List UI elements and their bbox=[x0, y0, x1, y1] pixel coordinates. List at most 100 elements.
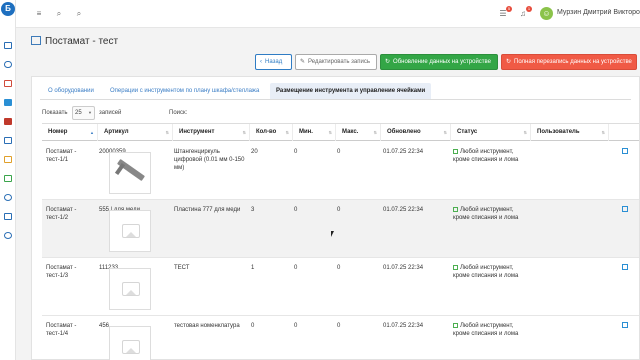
sort-icon: ⇅ bbox=[328, 130, 332, 135]
status-icon bbox=[453, 265, 458, 270]
back-button[interactable]: ‹ Назад bbox=[255, 54, 292, 70]
column-label: Кол-во bbox=[256, 129, 277, 135]
edit-icon[interactable] bbox=[622, 148, 628, 154]
edit-icon[interactable] bbox=[622, 322, 628, 328]
sort-icon: ⇅ bbox=[523, 130, 527, 135]
column-label: Инструмент bbox=[179, 129, 215, 135]
cell-status: Любой инструмент, кроме списания и лома bbox=[453, 264, 527, 280]
column-header-min[interactable]: Мин. ⇅ bbox=[292, 124, 335, 141]
column-label: Мин. bbox=[299, 129, 313, 135]
column-header-user[interactable]: Пользователь ⇅ bbox=[530, 124, 608, 141]
full-rewrite-button[interactable]: ↻ Полная перезапись данных на устройстве bbox=[501, 54, 637, 70]
image-placeholder-icon bbox=[122, 340, 140, 354]
cell-max: 0 bbox=[337, 149, 341, 155]
page-size-select[interactable]: 25 ▼ bbox=[72, 106, 95, 120]
history-icon[interactable] bbox=[4, 194, 12, 201]
column-header-max[interactable]: Макс. ⇅ bbox=[335, 124, 380, 141]
cell-qty: 3 bbox=[251, 207, 255, 213]
column-header-updated[interactable]: Обновлено ⇅ bbox=[380, 124, 450, 141]
column-header-number[interactable]: Номер ▲ bbox=[42, 124, 97, 141]
bell-icon[interactable]: ♫ 1 bbox=[518, 6, 532, 19]
status-text: Любой инструмент, кроме списания и лома bbox=[453, 323, 519, 337]
edit-icon[interactable] bbox=[622, 206, 628, 212]
search-label: Поиск: bbox=[169, 110, 188, 116]
report-icon[interactable] bbox=[4, 175, 12, 182]
app-logo[interactable]: Б bbox=[1, 2, 15, 16]
cell-number: Постамат - тест-1/1 bbox=[46, 149, 77, 163]
image-placeholder-icon bbox=[122, 282, 140, 296]
sort-icon: ⇅ bbox=[285, 130, 289, 135]
menu-icon[interactable]: ≡ bbox=[34, 9, 44, 19]
cell-number: Постамат - тест-1/4 bbox=[46, 323, 77, 337]
column-header-status[interactable]: Статус ⇅ bbox=[450, 124, 530, 141]
tasks-icon[interactable]: ☰ 5 bbox=[498, 6, 512, 19]
edit-icon[interactable] bbox=[622, 264, 628, 270]
cell-min: 0 bbox=[294, 323, 298, 329]
table-row[interactable]: Постамат - тест-1/2 555 | для меди Пласт… bbox=[42, 200, 639, 258]
tool-image[interactable] bbox=[109, 268, 151, 310]
cell-qty: 0 bbox=[251, 323, 255, 329]
checklist-icon[interactable] bbox=[4, 213, 12, 220]
cell-min: 0 bbox=[294, 265, 298, 271]
chevron-left-icon: ‹ bbox=[260, 59, 262, 65]
folder-icon[interactable] bbox=[4, 156, 12, 163]
cell-updated: 01.07.25 22:34 bbox=[383, 149, 424, 155]
page-title: Постамат - тест bbox=[45, 36, 119, 47]
tab-equipment[interactable]: О оборудовании bbox=[42, 83, 100, 99]
avatar[interactable]: ☺ bbox=[540, 7, 553, 20]
column-header-article[interactable]: Артикул ⇅ bbox=[97, 124, 172, 141]
settings-icon[interactable] bbox=[4, 232, 12, 239]
cell-tool: ТЕСТ bbox=[174, 265, 190, 271]
cell-number: Постамат - тест-1/2 bbox=[46, 207, 77, 221]
exchange-icon[interactable] bbox=[4, 137, 12, 144]
table-header: Номер ▲ Артикул ⇅ Инструмент ⇅ Кол-во ⇅ Мин.… bbox=[42, 123, 639, 141]
column-header-qty[interactable]: Кол-во ⇅ bbox=[249, 124, 292, 141]
column-label: Макс. bbox=[342, 129, 359, 135]
inbox-icon[interactable] bbox=[4, 80, 12, 87]
table-row[interactable]: Постамат - тест-1/4 456 тестовая номенкл… bbox=[42, 316, 639, 360]
table-row[interactable]: Постамат - тест-1/1 20000359 Штангенцирк… bbox=[42, 142, 639, 200]
cell-article: 456 bbox=[99, 323, 110, 329]
zoom-icon[interactable]: ⌕ bbox=[54, 9, 64, 19]
table-row[interactable]: Постамат - тест-1/3 111233 ТЕСТ 1 0 0 01… bbox=[42, 258, 639, 316]
status-icon bbox=[453, 323, 458, 328]
reload-label: Полная перезапись данных на устройстве bbox=[514, 59, 632, 65]
cell-tool: тестовая номенклатура bbox=[174, 323, 240, 329]
cabinet-icon bbox=[31, 36, 41, 45]
tab-operations[interactable]: Операции с инструментом по плану шкафа/с… bbox=[104, 83, 265, 99]
mouse-cursor bbox=[331, 231, 334, 237]
gauge-icon[interactable] bbox=[4, 61, 12, 68]
tool-image[interactable] bbox=[109, 152, 151, 194]
chevron-down-icon: ▼ bbox=[88, 110, 92, 115]
box-icon[interactable] bbox=[4, 118, 12, 125]
cell-status: Любой инструмент, кроме списания и лома bbox=[453, 148, 527, 164]
left-sidebar: Б bbox=[0, 0, 16, 360]
user-name[interactable]: Мурзин Дмитрий Викторович bbox=[557, 9, 640, 16]
bell-badge: 1 bbox=[526, 6, 532, 12]
page-size-value: 25 bbox=[75, 110, 82, 116]
tool-image[interactable] bbox=[109, 210, 151, 252]
column-header-tool[interactable]: Инструмент ⇅ bbox=[172, 124, 249, 141]
sort-icon: ⇅ bbox=[242, 130, 246, 135]
column-label: Статус bbox=[457, 129, 478, 135]
status-text: Любой инструмент, кроме списания и лома bbox=[453, 265, 519, 279]
cabinet-icon[interactable] bbox=[4, 99, 12, 106]
edit-label: Редактировать запись bbox=[308, 59, 370, 65]
cell-tool: Пластина 777 для меди bbox=[174, 207, 241, 213]
sort-asc-icon: ▲ bbox=[90, 130, 94, 135]
status-icon bbox=[453, 207, 458, 212]
update-device-button[interactable]: ↻ Обновление данных на устройстве bbox=[380, 54, 498, 70]
tab-placement[interactable]: Размещение инструмента и управление ячей… bbox=[270, 83, 432, 99]
status-text: Любой инструмент, кроме списания и лома bbox=[453, 207, 519, 221]
edit-icon: ✎ bbox=[300, 59, 306, 65]
column-header-actions bbox=[608, 124, 639, 141]
cell-max: 0 bbox=[337, 265, 341, 271]
tool-image[interactable] bbox=[109, 326, 151, 360]
column-label: Пользователь bbox=[537, 129, 580, 135]
column-label: Артикул bbox=[104, 129, 129, 135]
column-label: Обновлено bbox=[387, 129, 421, 135]
search-icon[interactable]: ⌕ bbox=[74, 9, 84, 19]
list-icon[interactable] bbox=[4, 42, 12, 49]
cell-tool: Штангенциркуль цифровой (0.01 мм 0-150 м… bbox=[174, 149, 245, 171]
edit-record-button[interactable]: ✎ Редактировать запись bbox=[295, 54, 377, 70]
